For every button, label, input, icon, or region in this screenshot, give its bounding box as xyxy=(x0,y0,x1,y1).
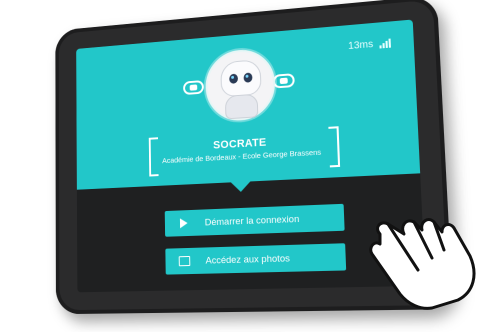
photos-button[interactable]: Accédez aux photos xyxy=(165,243,347,275)
robot-eye-right xyxy=(243,72,253,83)
pointing-hand-icon xyxy=(369,218,476,310)
latency-indicator: 13ms xyxy=(348,38,391,52)
robot-head xyxy=(220,59,262,98)
start-connection-button[interactable]: Démarrer la connexion xyxy=(164,203,345,237)
robot-eye-left xyxy=(229,73,239,84)
robot-header: 13ms SOCRATE Académie de Bordeaux - Ecol… xyxy=(76,19,421,190)
header-notch xyxy=(230,181,251,193)
photos-label: Accédez aux photos xyxy=(205,252,291,267)
photo-icon xyxy=(173,255,196,267)
start-connection-label: Démarrer la connexion xyxy=(204,213,300,228)
play-icon xyxy=(172,218,195,229)
right-toggle-icon[interactable] xyxy=(272,73,295,89)
left-toggle-icon[interactable] xyxy=(183,80,204,96)
robot-avatar xyxy=(204,47,277,123)
latency-value: 13ms xyxy=(348,38,374,53)
scene: 13ms SOCRATE Académie de Bordeaux - Ecol… xyxy=(0,0,482,332)
robot-body xyxy=(224,93,259,120)
signal-icon xyxy=(379,38,391,49)
